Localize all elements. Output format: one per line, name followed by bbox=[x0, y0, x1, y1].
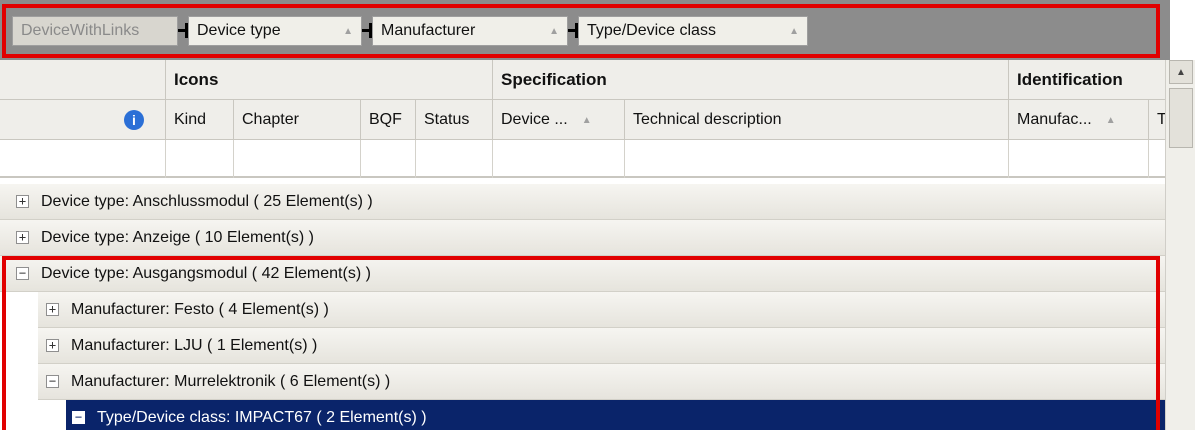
sort-ascending-icon[interactable]: ▲ bbox=[343, 26, 353, 37]
column-header-device[interactable]: Device ... ▲ bbox=[492, 100, 624, 140]
group-row-type-device-class[interactable]: − Type/Device class: IMPACT67 ( 2 Elemen… bbox=[66, 400, 1165, 430]
group-row-label: Type/Device class: IMPACT67 ( 2 Element(… bbox=[97, 408, 427, 426]
scroll-up-icon[interactable]: ▲ bbox=[1169, 60, 1193, 84]
filter-cell-device[interactable] bbox=[492, 140, 624, 178]
group-row-label: Device type: Anzeige ( 10 Element(s) ) bbox=[41, 228, 315, 246]
filter-cell-manufacturer[interactable] bbox=[1008, 140, 1148, 178]
column-header-device-label: Device ... bbox=[501, 111, 568, 128]
group-root-chip: DeviceWithLinks bbox=[12, 16, 178, 46]
column-header-chapter[interactable]: Chapter bbox=[233, 100, 360, 140]
filter-cell-technical-description[interactable] bbox=[624, 140, 1008, 178]
band-identification[interactable]: Identification bbox=[1008, 60, 1165, 100]
band-header-row: Icons Specification Identification bbox=[0, 60, 1165, 100]
collapse-icon[interactable]: − bbox=[72, 411, 85, 424]
expand-icon[interactable]: + bbox=[16, 231, 29, 244]
group-row-manufacturer[interactable]: − Manufacturer: Murrelektronik ( 6 Eleme… bbox=[38, 364, 1165, 400]
group-chip-label: Manufacturer bbox=[381, 22, 476, 39]
group-root-label: DeviceWithLinks bbox=[21, 22, 140, 39]
group-chip-type-device-class[interactable]: Type/Device class ▲ bbox=[578, 16, 808, 46]
group-connector bbox=[568, 23, 578, 38]
filter-cell-status[interactable] bbox=[415, 140, 492, 178]
column-header-row: i Kind Chapter BQF Status Device ... ▲ T… bbox=[0, 100, 1165, 140]
filter-cell-info[interactable] bbox=[0, 140, 165, 178]
collapse-icon[interactable]: − bbox=[46, 375, 59, 388]
group-row-device-type[interactable]: + Device type: Anschlussmodul ( 25 Eleme… bbox=[0, 184, 1165, 220]
expand-icon[interactable]: + bbox=[46, 303, 59, 316]
vertical-scrollbar[interactable]: ▲ bbox=[1165, 60, 1195, 430]
info-icon[interactable]: i bbox=[124, 110, 144, 130]
group-chip-device-type[interactable]: Device type ▲ bbox=[188, 16, 362, 46]
sort-ascending-icon[interactable]: ▲ bbox=[789, 26, 799, 37]
column-header-status[interactable]: Status bbox=[415, 100, 492, 140]
column-header-manufacturer[interactable]: Manufac... ▲ bbox=[1008, 100, 1148, 140]
group-row-label: Manufacturer: Festo ( 4 Element(s) ) bbox=[71, 300, 329, 318]
group-chip-manufacturer[interactable]: Manufacturer ▲ bbox=[372, 16, 568, 46]
column-header-info[interactable]: i bbox=[0, 100, 165, 140]
group-chip-label: Type/Device class bbox=[587, 22, 716, 39]
collapse-icon[interactable]: − bbox=[16, 267, 29, 280]
group-row-label: Manufacturer: LJU ( 1 Element(s) ) bbox=[71, 336, 318, 354]
group-row-label: Device type: Ausgangsmodul ( 42 Element(… bbox=[41, 264, 371, 282]
group-row-manufacturer[interactable]: + Manufacturer: Festo ( 4 Element(s) ) bbox=[38, 292, 1165, 328]
filter-cell-bqf[interactable] bbox=[360, 140, 415, 178]
expand-icon[interactable]: + bbox=[16, 195, 29, 208]
column-header-kind[interactable]: Kind bbox=[165, 100, 233, 140]
column-header-technical-description[interactable]: Technical description bbox=[624, 100, 1008, 140]
scroll-thumb[interactable] bbox=[1169, 88, 1193, 148]
expand-icon[interactable]: + bbox=[46, 339, 59, 352]
sort-ascending-icon[interactable]: ▲ bbox=[549, 26, 559, 37]
group-connector bbox=[178, 23, 188, 38]
band-icons[interactable]: Icons bbox=[165, 60, 492, 100]
group-by-panel: DeviceWithLinks Device type ▲ Manufactur… bbox=[0, 0, 1170, 60]
sort-ascending-icon: ▲ bbox=[1105, 114, 1116, 126]
column-header-bqf[interactable]: BQF bbox=[360, 100, 415, 140]
filter-cell-kind[interactable] bbox=[165, 140, 233, 178]
column-header-manufacturer-label: Manufac... bbox=[1017, 111, 1092, 128]
band-specification[interactable]: Specification bbox=[492, 60, 1008, 100]
band-blank bbox=[0, 60, 165, 100]
group-row-label: Manufacturer: Murrelektronik ( 6 Element… bbox=[71, 372, 391, 390]
filter-row bbox=[0, 140, 1165, 178]
sort-ascending-icon: ▲ bbox=[581, 114, 592, 126]
group-connector bbox=[362, 23, 372, 38]
group-chip-label: Device type bbox=[197, 22, 281, 39]
filter-cell-overflow[interactable] bbox=[1148, 140, 1165, 178]
group-row-manufacturer[interactable]: + Manufacturer: LJU ( 1 Element(s) ) bbox=[38, 328, 1165, 364]
group-row-device-type[interactable]: + Device type: Anzeige ( 10 Element(s) ) bbox=[0, 220, 1165, 256]
filter-cell-chapter[interactable] bbox=[233, 140, 360, 178]
group-row-label: Device type: Anschlussmodul ( 25 Element… bbox=[41, 192, 373, 210]
column-header-overflow[interactable]: T bbox=[1148, 100, 1165, 140]
group-row-device-type[interactable]: − Device type: Ausgangsmodul ( 42 Elemen… bbox=[0, 256, 1165, 292]
